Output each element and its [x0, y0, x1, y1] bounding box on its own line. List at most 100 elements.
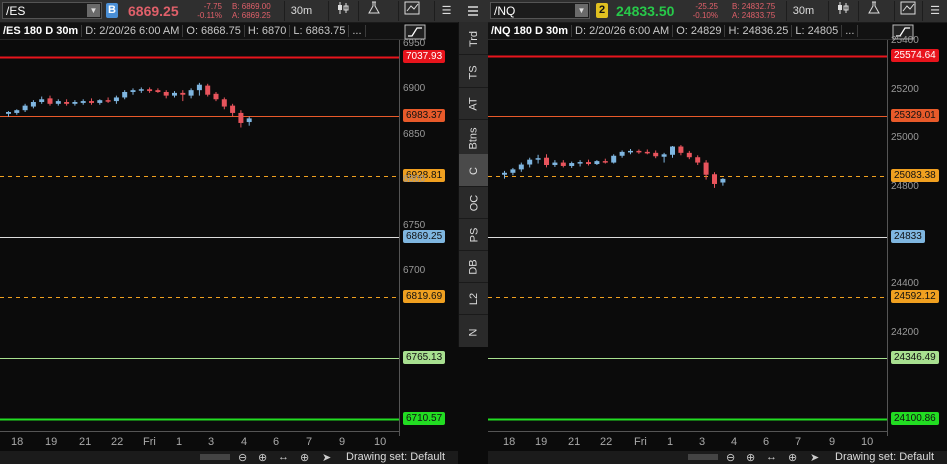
level-price-tag: 7037.93: [403, 50, 446, 63]
x-tick-label: 19: [535, 436, 548, 448]
pan-arrows-icon[interactable]: ↔: [278, 451, 289, 463]
candle-body: [670, 146, 675, 155]
side-tab-label: L2: [468, 292, 480, 306]
x-tick-label: 21: [79, 436, 92, 448]
candle-body: [105, 100, 111, 102]
x-tick-label: 3: [699, 436, 706, 448]
side-tab-trd[interactable]: Trd: [459, 22, 489, 55]
header-date: D: 2/20/26 6:00 AM: [82, 25, 184, 37]
scrollbar[interactable]: [200, 454, 230, 460]
candle-body: [122, 91, 128, 98]
symbol-input[interactable]: /ES ▼: [2, 2, 102, 19]
header-more[interactable]: ...: [842, 25, 859, 37]
studies-flask-icon[interactable]: [858, 1, 888, 21]
x-tick-label: 4: [241, 436, 248, 448]
menu-icon[interactable]: ☰: [922, 1, 947, 21]
side-tab-label: Btns: [467, 127, 480, 150]
drawing-set-label[interactable]: Drawing set: Default: [346, 451, 445, 463]
x-tick-label: 7: [306, 436, 313, 448]
crosshair-icon[interactable]: ⊕: [300, 451, 309, 464]
candle-body: [39, 99, 45, 102]
candle-body: [138, 89, 144, 91]
level-price-tag: 6869.25: [403, 230, 446, 243]
cursor-icon[interactable]: ➤: [322, 451, 331, 464]
cursor-icon[interactable]: ➤: [810, 451, 819, 464]
header-more[interactable]: ...: [349, 25, 366, 37]
candlestick-icon[interactable]: [328, 1, 356, 21]
zoom-in-icon[interactable]: ⊕: [746, 451, 755, 464]
change-percent: -0.10%: [692, 11, 718, 20]
x-tick-label: 19: [45, 436, 58, 448]
side-tab-ts[interactable]: TS: [459, 54, 489, 88]
side-tab-label: AT: [468, 97, 480, 111]
x-tick-label: 4: [731, 436, 738, 448]
candle-body: [14, 110, 20, 113]
price-axis[interactable]: 25574.64 25329.01 25083.38 24833 24592.12 243…: [887, 35, 947, 436]
side-tabs: Trd TS AT Btns C OC PS DB L2 N: [458, 22, 490, 348]
y-tick-label: 6700: [403, 265, 426, 277]
menu-icon[interactable]: ☰: [434, 1, 458, 21]
x-tick-label: 9: [339, 436, 346, 448]
timeframe-button[interactable]: 30m: [284, 1, 318, 21]
price-chart[interactable]: [488, 40, 947, 436]
candle-body: [619, 151, 625, 156]
y-tick-label: 25400: [891, 35, 919, 46]
change-value: -7.75: [203, 2, 222, 11]
side-tab-btns[interactable]: Btns: [459, 119, 489, 155]
side-tab-n[interactable]: N: [459, 314, 489, 348]
side-tab-at[interactable]: AT: [459, 87, 489, 120]
y-tick-label: 6950: [403, 37, 426, 49]
crosshair-icon[interactable]: ⊕: [788, 451, 797, 464]
drawing-set-label[interactable]: Drawing set: Default: [835, 451, 934, 463]
chevron-down-icon[interactable]: ▼: [87, 4, 100, 17]
x-tick-label: 18: [503, 436, 516, 448]
last-price: 6869.25: [128, 3, 179, 19]
candle-body: [188, 90, 194, 96]
symbol-input[interactable]: /NQ ▼: [490, 2, 590, 19]
x-tick-label: 1: [667, 436, 674, 448]
level-price-tag: 24346.49: [891, 351, 939, 364]
price-chart[interactable]: [0, 40, 458, 436]
candle-body: [644, 151, 650, 154]
pan-arrows-icon[interactable]: ↔: [766, 451, 777, 463]
link-button[interactable]: 2: [596, 3, 608, 18]
side-tab-db[interactable]: DB: [459, 250, 489, 283]
scrollbar[interactable]: [688, 454, 718, 460]
candle-body: [510, 169, 516, 173]
bid-ask: B: 24832.75 A: 24833.75: [732, 2, 775, 20]
drawing-tools-icon[interactable]: [398, 1, 424, 21]
menu-icon[interactable]: [466, 4, 480, 18]
y-tick-label: 24400: [891, 278, 919, 290]
side-tab-ps[interactable]: PS: [459, 218, 489, 251]
side-tab-l2[interactable]: L2: [459, 282, 489, 315]
zoom-out-icon[interactable]: ⊖: [726, 451, 735, 464]
candle-body: [544, 157, 549, 166]
side-tab-c[interactable]: C: [459, 154, 489, 187]
candle-body: [55, 101, 61, 104]
zoom-in-icon[interactable]: ⊕: [258, 451, 267, 464]
candle-body: [246, 118, 252, 123]
candle-body: [712, 174, 717, 184]
chevron-down-icon[interactable]: ▼: [575, 4, 588, 17]
candle-body: [130, 90, 136, 92]
bottom-bar: ⊖ ⊕ ↔ ⊕ ➤ Drawing set: Default: [0, 451, 458, 464]
price-axis[interactable]: 7037.93 6983.37 6928.81 6869.25 6819.69 6765.…: [399, 0, 458, 436]
candle-body: [196, 84, 202, 91]
chart-header: /ES 180 D 30m D: 2/20/26 6:00 AM O: 6868.7…: [0, 23, 404, 40]
link-button[interactable]: B: [106, 3, 118, 18]
timeframe-button[interactable]: 30m: [786, 1, 820, 21]
studies-flask-icon[interactable]: [358, 1, 388, 21]
header-high: H: 6870: [244, 25, 291, 37]
drawing-tools-icon[interactable]: [894, 1, 920, 21]
candle-body: [552, 162, 558, 166]
candle-body: [22, 105, 28, 111]
candle-body: [560, 162, 566, 166]
header-symbol: /NQ 180 D 30m: [488, 25, 573, 37]
candle-body: [527, 159, 533, 165]
bottom-bar: ⊖ ⊕ ↔ ⊕ ➤ Drawing set: Default: [488, 451, 947, 464]
zoom-out-icon[interactable]: ⊖: [238, 451, 247, 464]
candle-body: [30, 101, 36, 107]
candlestick-icon[interactable]: [828, 1, 856, 21]
side-tab-oc[interactable]: OC: [459, 186, 489, 219]
candle-body: [230, 105, 236, 113]
